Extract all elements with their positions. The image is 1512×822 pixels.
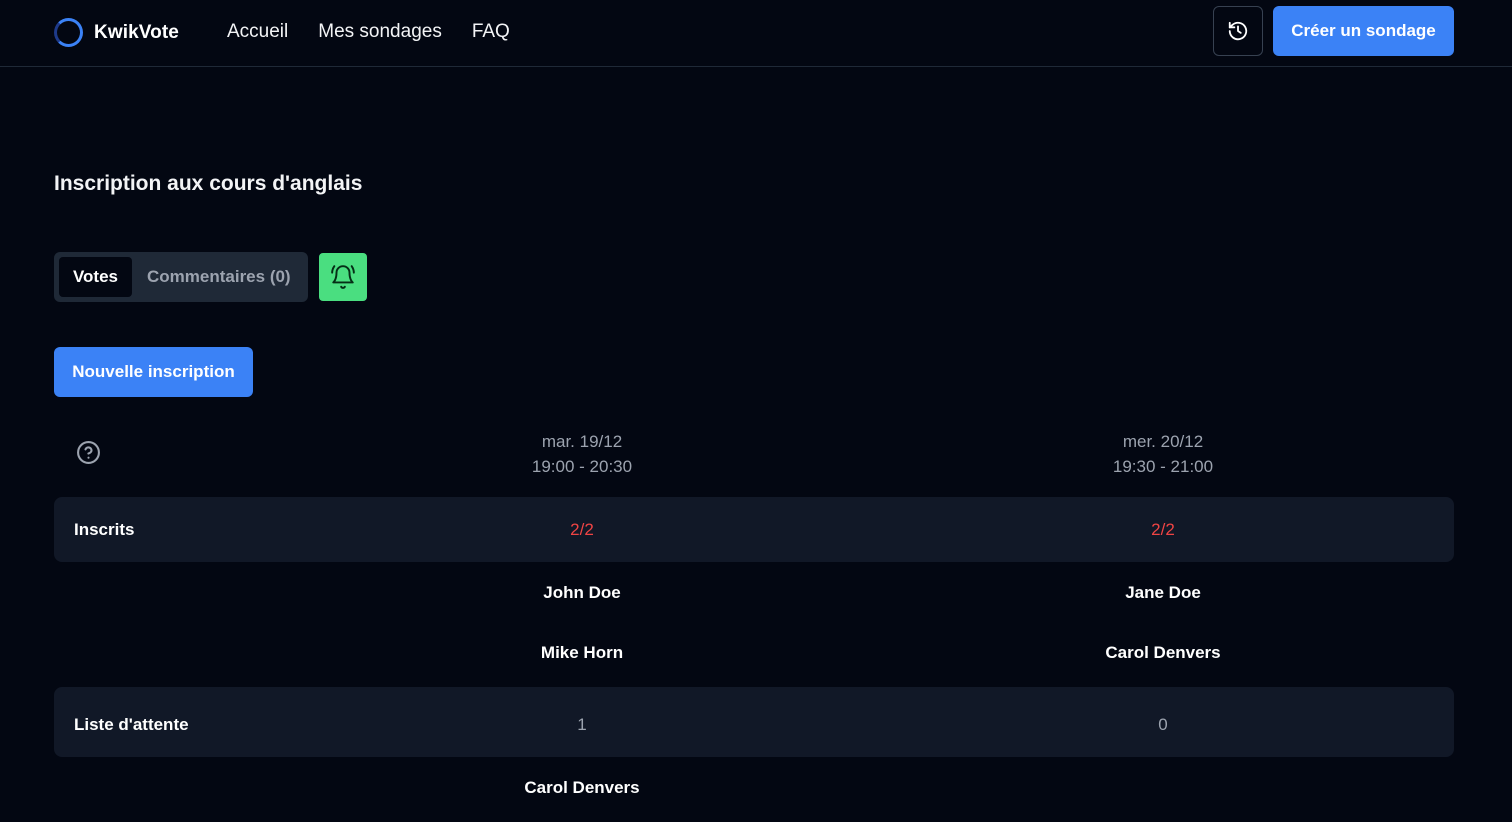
waitlist-count: 1 bbox=[577, 715, 587, 734]
waitlist-row-label: Liste d'attente bbox=[74, 715, 189, 734]
notification-button[interactable] bbox=[319, 253, 367, 301]
registered-count: 2/2 bbox=[570, 520, 594, 539]
brand-name: KwikVote bbox=[94, 21, 179, 43]
ring-logo-icon bbox=[54, 18, 83, 47]
participant-name: Mike Horn bbox=[540, 643, 624, 662]
slot-day: mar. 19/12 bbox=[541, 432, 623, 451]
slot-day: mer. 20/12 bbox=[1122, 432, 1204, 451]
slot-time: 19:00 - 20:30 bbox=[531, 457, 633, 476]
page-title: Inscription aux cours d'anglais bbox=[54, 172, 363, 195]
tab-votes[interactable]: Votes bbox=[59, 257, 132, 297]
tab-comments[interactable]: Commentaires (0) bbox=[147, 267, 291, 287]
registered-row-label: Inscrits bbox=[74, 520, 135, 539]
top-nav-bar: KwikVote Accueil Mes sondages FAQ Créer … bbox=[0, 0, 1512, 67]
registered-count: 2/2 bbox=[1151, 520, 1175, 539]
main-nav: Accueil Mes sondages FAQ bbox=[227, 21, 510, 43]
brand-logo[interactable]: KwikVote bbox=[54, 18, 179, 47]
slot-header: mer. 20/12 19:30 - 21:00 bbox=[1013, 429, 1313, 479]
slot-header: mar. 19/12 19:00 - 20:30 bbox=[432, 429, 732, 479]
slot-time: 19:30 - 21:00 bbox=[1112, 457, 1214, 476]
participant-name: John Doe bbox=[543, 583, 621, 602]
nav-link-accueil[interactable]: Accueil bbox=[227, 21, 288, 43]
view-tabs: Votes Commentaires (0) bbox=[54, 252, 308, 302]
help-circle-icon[interactable] bbox=[76, 440, 101, 465]
create-poll-button[interactable]: Créer un sondage bbox=[1273, 6, 1454, 56]
participant-name: Carol Denvers bbox=[1105, 643, 1221, 662]
new-registration-button[interactable]: Nouvelle inscription bbox=[54, 347, 253, 397]
bell-icon bbox=[331, 265, 355, 289]
waitlist-count: 0 bbox=[1158, 715, 1168, 734]
waitlist-name: Carol Denvers bbox=[524, 778, 640, 797]
nav-link-faq[interactable]: FAQ bbox=[472, 21, 510, 43]
participant-name: Jane Doe bbox=[1125, 583, 1201, 602]
nav-link-mes-sondages[interactable]: Mes sondages bbox=[318, 21, 442, 43]
history-icon bbox=[1228, 21, 1248, 41]
history-button[interactable] bbox=[1213, 6, 1263, 56]
